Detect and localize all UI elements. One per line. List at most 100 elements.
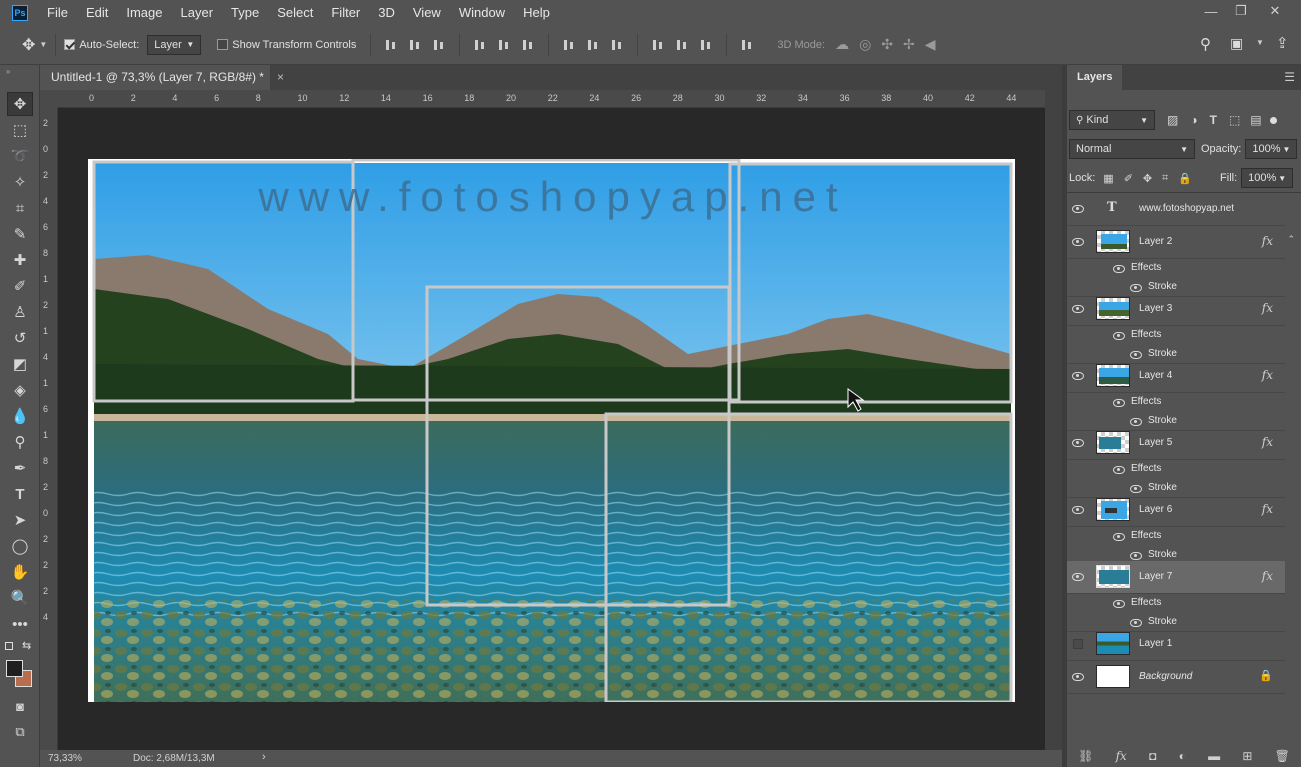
lock-position-icon[interactable]: ✥ (1143, 172, 1152, 185)
eye-icon[interactable] (1071, 202, 1085, 216)
align-left-icon[interactable] (473, 38, 487, 52)
lock-icon[interactable]: 🔒 (1259, 669, 1273, 682)
screen-mode-icon[interactable]: ⧉ (7, 720, 33, 744)
lock-image-icon[interactable]: ✐ (1124, 172, 1133, 185)
layers-tab[interactable]: Layers (1067, 65, 1123, 90)
link-layers-icon[interactable]: ⛓ (1078, 749, 1093, 763)
auto-select-checkbox[interactable] (64, 39, 76, 50)
eye-icon[interactable] (1071, 503, 1085, 517)
more-tools-icon[interactable]: ••• (7, 612, 33, 636)
3d-roll-icon[interactable]: ◎ (859, 36, 871, 53)
align-bottom-icon[interactable] (432, 38, 446, 52)
eye-icon[interactable] (1112, 597, 1126, 611)
distribute-horizontal-center-icon[interactable] (675, 38, 689, 52)
3d-slide-icon[interactable]: ✢ (903, 36, 915, 53)
fill-input[interactable]: 100% ▼ (1241, 168, 1294, 188)
align-top-icon[interactable] (384, 38, 398, 52)
menu-3d[interactable]: 3D (369, 0, 404, 25)
marquee-tool-icon[interactable]: ⬚ (7, 118, 33, 142)
lock-transparent-icon[interactable]: ▦ (1103, 172, 1113, 185)
share-icon[interactable]: ⇪ (1276, 34, 1289, 52)
new-adjustment-layer-icon[interactable]: ◐ (1179, 749, 1186, 763)
document-tab[interactable]: Untitled-1 @ 73,3% (Layer 7, RGB/8#) * × (40, 65, 284, 90)
chevron-down-icon[interactable]: ▼ (1256, 38, 1264, 47)
effects-row[interactable]: Effects (1067, 259, 1285, 278)
ruler-origin[interactable] (40, 90, 58, 108)
document-workspace[interactable]: www.fotoshopyap.net (58, 108, 1045, 750)
healing-brush-tool-icon[interactable]: ✚ (7, 248, 33, 272)
fx-icon[interactable]: fx (1262, 435, 1273, 449)
move-tool-icon[interactable]: ✥ (7, 92, 33, 116)
menu-filter[interactable]: Filter (322, 0, 369, 25)
zoom-level[interactable]: 73,33% (48, 753, 82, 764)
paint-bucket-tool-icon[interactable]: ◈ (7, 378, 33, 402)
brush-tool-icon[interactable]: ✐ (7, 274, 33, 298)
new-layer-icon[interactable]: ⊞ (1242, 749, 1252, 763)
auto-align-icon[interactable] (740, 38, 754, 52)
crop-tool-icon[interactable]: ⌗ (7, 196, 33, 220)
dodge-tool-icon[interactable]: ⚲ (7, 430, 33, 454)
layer-row[interactable]: Layer 2 fx ⌃ (1067, 226, 1295, 259)
lasso-tool-icon[interactable]: ➰ (7, 144, 33, 168)
status-menu-arrow-icon[interactable]: › (262, 751, 266, 763)
default-colors-icon[interactable] (5, 642, 13, 650)
effects-row[interactable]: Effects (1067, 393, 1285, 412)
close-tab-icon[interactable]: × (277, 65, 284, 90)
delete-layer-icon[interactable]: 🗑 (1275, 749, 1290, 763)
auto-select-target-dropdown[interactable]: Layer ▼ (147, 34, 202, 55)
swap-colors-icon[interactable]: ⇆ (22, 639, 31, 652)
eye-icon[interactable] (1112, 463, 1126, 477)
visibility-off-icon[interactable] (1071, 637, 1085, 651)
3d-pan-icon[interactable]: ✣ (881, 36, 893, 53)
panel-menu-icon[interactable]: ☰ (1284, 70, 1295, 84)
align-vertical-center-icon[interactable] (408, 38, 422, 52)
menu-layer[interactable]: Layer (172, 0, 223, 25)
eraser-tool-icon[interactable]: ◩ (7, 352, 33, 376)
menu-select[interactable]: Select (268, 0, 322, 25)
blend-mode-dropdown[interactable]: Normal ▼ (1069, 139, 1195, 159)
menu-file[interactable]: File (38, 0, 77, 25)
layer-row[interactable]: Layer 1 (1067, 628, 1285, 661)
expand-panel-icon[interactable]: » (6, 67, 10, 76)
vertical-scrollbar[interactable] (1045, 90, 1062, 750)
horizontal-ruler[interactable]: 0 2 4 6 8 10 12 14 16 18 20 22 24 26 28 30 32 34 36 38 40 42 4… (58, 90, 1045, 108)
eye-icon[interactable] (1071, 235, 1085, 249)
distribute-bottom-icon[interactable] (610, 38, 624, 52)
chevron-down-icon[interactable]: ▼ (39, 40, 47, 49)
align-horizontal-center-icon[interactable] (497, 38, 511, 52)
3d-orbit-icon[interactable]: ☁ (835, 36, 849, 53)
distribute-vertical-center-icon[interactable] (586, 38, 600, 52)
vertical-ruler[interactable]: 2 0 2 4 6 8 1 2 1 4 1 6 1 8 2 0 2 2 2 4 (40, 108, 58, 750)
eyedropper-tool-icon[interactable]: ✎ (7, 222, 33, 246)
fx-icon[interactable]: fx (1262, 569, 1273, 583)
filter-shape-icon[interactable]: ⬚ (1229, 113, 1240, 127)
eye-icon[interactable] (1112, 262, 1126, 276)
3d-scale-icon[interactable]: ◀ (925, 36, 936, 53)
filter-adjustment-icon[interactable]: ◑ (1190, 113, 1197, 127)
menu-edit[interactable]: Edit (77, 0, 117, 25)
filter-kind-dropdown[interactable]: ⚲ Kind ▼ (1069, 110, 1155, 130)
align-right-icon[interactable] (521, 38, 535, 52)
fx-icon[interactable]: fx (1262, 368, 1273, 382)
fx-icon[interactable]: fx (1262, 502, 1273, 516)
quick-mask-icon[interactable]: ◙ (7, 694, 33, 718)
restore-icon[interactable]: ❐ (1226, 0, 1256, 22)
filter-pixel-icon[interactable]: ▨ (1167, 113, 1178, 127)
effects-row[interactable]: Effects (1067, 527, 1285, 546)
collapse-effects-icon[interactable]: ⌃ (1287, 234, 1295, 245)
magic-wand-tool-icon[interactable]: ✧ (7, 170, 33, 194)
layer-row[interactable]: Layer 5 fx (1067, 427, 1285, 460)
pen-tool-icon[interactable]: ✒ (7, 456, 33, 480)
lock-artboard-icon[interactable]: ⌗ (1162, 172, 1168, 185)
layer-row-selected[interactable]: Layer 7 fx (1067, 561, 1285, 594)
layer-row[interactable]: T www.fotoshopyap.net (1067, 193, 1285, 226)
path-selection-tool-icon[interactable]: ➤ (7, 508, 33, 532)
filter-type-icon[interactable]: T (1210, 113, 1217, 127)
fx-icon[interactable]: fx (1262, 234, 1273, 248)
eye-icon[interactable] (1112, 530, 1126, 544)
eye-icon[interactable] (1071, 670, 1085, 684)
fx-icon[interactable]: fx (1262, 301, 1273, 315)
eye-icon[interactable] (1071, 369, 1085, 383)
clone-stamp-tool-icon[interactable]: ♙ (7, 300, 33, 324)
search-icon[interactable]: ⚲ (1200, 35, 1211, 53)
